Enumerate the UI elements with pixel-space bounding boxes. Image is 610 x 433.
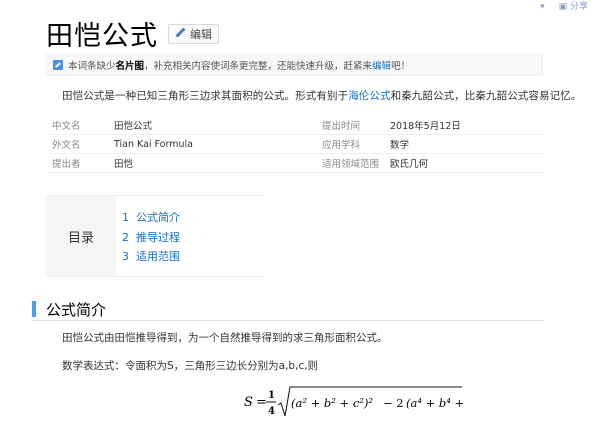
formula-equals: =	[256, 395, 267, 410]
info-value: 田恺	[114, 159, 134, 170]
info-row: 外文名 Tian Kai Formula 应用学科 数学	[46, 135, 543, 154]
formula: S = 1 4 (a² + b² + c²)² − 2 (a⁴ + b⁴ + c…	[244, 383, 483, 426]
section-title: 公式简介	[46, 301, 107, 319]
info-row: 中文名 田恺公式 提出时间 2018年5月12日	[46, 116, 543, 135]
formula-fraction-numerator: 1	[268, 390, 275, 401]
section-accent-bar	[32, 301, 36, 317]
info-label: 应用学科	[322, 140, 361, 151]
title-row: 田恺公式 编辑	[46, 14, 219, 53]
table-of-contents: 目录 1 公式简介 2 推导过程 3 适用范围	[46, 195, 264, 277]
pencil-icon	[175, 28, 186, 39]
toc-item-label: 适用范围	[136, 250, 180, 263]
heron-formula-link[interactable]: 海伦公式	[348, 90, 390, 102]
info-row: 提出者 田恺 适用领域范围 欧氏几何	[46, 154, 543, 173]
info-label: 提出时间	[322, 121, 361, 132]
toc-list: 1 公式简介 2 推导过程 3 适用范围	[122, 208, 180, 267]
notice-middle: ，补充相关内容使词条更完整，还能快速升级，赶紧来	[144, 61, 373, 72]
body-paragraph: 田恺公式由田恺推导得到，为一个自然推导得到的求三角形面积公式。	[62, 332, 388, 344]
info-label: 中文名	[52, 121, 81, 132]
info-box: 中文名 田恺公式 提出时间 2018年5月12日 外文名 Tian Kai Fo…	[46, 116, 543, 173]
intro-text-1: 田恺公式是一种已知三角形三边求其面积的公式。形式有别于	[62, 90, 349, 102]
formula-fraction-denominator: 4	[268, 406, 275, 417]
formula-lhs: S	[244, 395, 253, 410]
info-value: 2018年5月12日	[390, 121, 461, 132]
toc-title: 目录	[46, 196, 116, 276]
toc-item-label: 推导过程	[136, 230, 180, 244]
edit-button[interactable]: 编辑	[168, 23, 219, 44]
intro-text-2: 和秦九韶公式，比秦九韶公式容易记忆。	[390, 90, 582, 102]
formula-term-2: (a⁴ + b⁴ + c⁴)	[406, 396, 464, 410]
info-label: 提出者	[52, 159, 81, 170]
collapse-icon[interactable]: ▾	[540, 0, 545, 14]
body-paragraph: 数学表达式：令面积为S，三角形三边长分别为a,b,c,则	[62, 360, 319, 372]
notice-suffix: 吧！	[391, 61, 411, 72]
info-value: 数学	[390, 140, 410, 151]
section-header: 公式简介	[32, 299, 545, 321]
edit-notice-icon	[53, 60, 63, 70]
toc-item-derivation[interactable]: 2 推导过程	[122, 228, 180, 248]
formula-term-1: (a² + b² + c²)²	[291, 396, 373, 410]
info-value: 欧氏几何	[390, 159, 429, 170]
toc-item-number: 2	[122, 230, 129, 244]
toc-item-intro[interactable]: 1 公式简介	[122, 208, 180, 228]
intro-paragraph: 田恺公式是一种已知三角形三边求其面积的公式。形式有别于海伦公式和秦九韶公式，比秦…	[62, 88, 581, 103]
top-toolbar: ▾ ▣ 分享	[540, 0, 588, 14]
info-label: 适用领域范围	[322, 159, 380, 170]
toc-item-label: 公式简介	[136, 211, 180, 224]
share-button[interactable]: ▣ 分享	[559, 0, 588, 14]
notice-bold: 名片图	[115, 61, 145, 72]
formula-minus: − 2	[383, 396, 404, 410]
notice-edit-link[interactable]: 编辑	[372, 58, 391, 72]
page-title: 田恺公式	[46, 21, 158, 52]
info-value: 田恺公式	[114, 121, 153, 132]
notice-prefix: 本词条缺少	[68, 61, 116, 72]
toc-item-number: 3	[122, 250, 129, 263]
edit-button-label: 编辑	[190, 27, 212, 41]
toc-item-number: 1	[122, 211, 129, 224]
info-value: Tian Kai Formula	[114, 138, 193, 150]
formula-svg: S = 1 4 (a² + b² + c²)² − 2 (a⁴ + b⁴ + c…	[244, 386, 483, 417]
info-label: 外文名	[52, 140, 81, 151]
notice-bar: 本词条缺少 名片图 ，补充相关内容使词条更完整，还能快速升级，赶紧来 编辑 吧！	[46, 54, 543, 76]
toc-item-scope[interactable]: 3 适用范围	[122, 247, 180, 267]
